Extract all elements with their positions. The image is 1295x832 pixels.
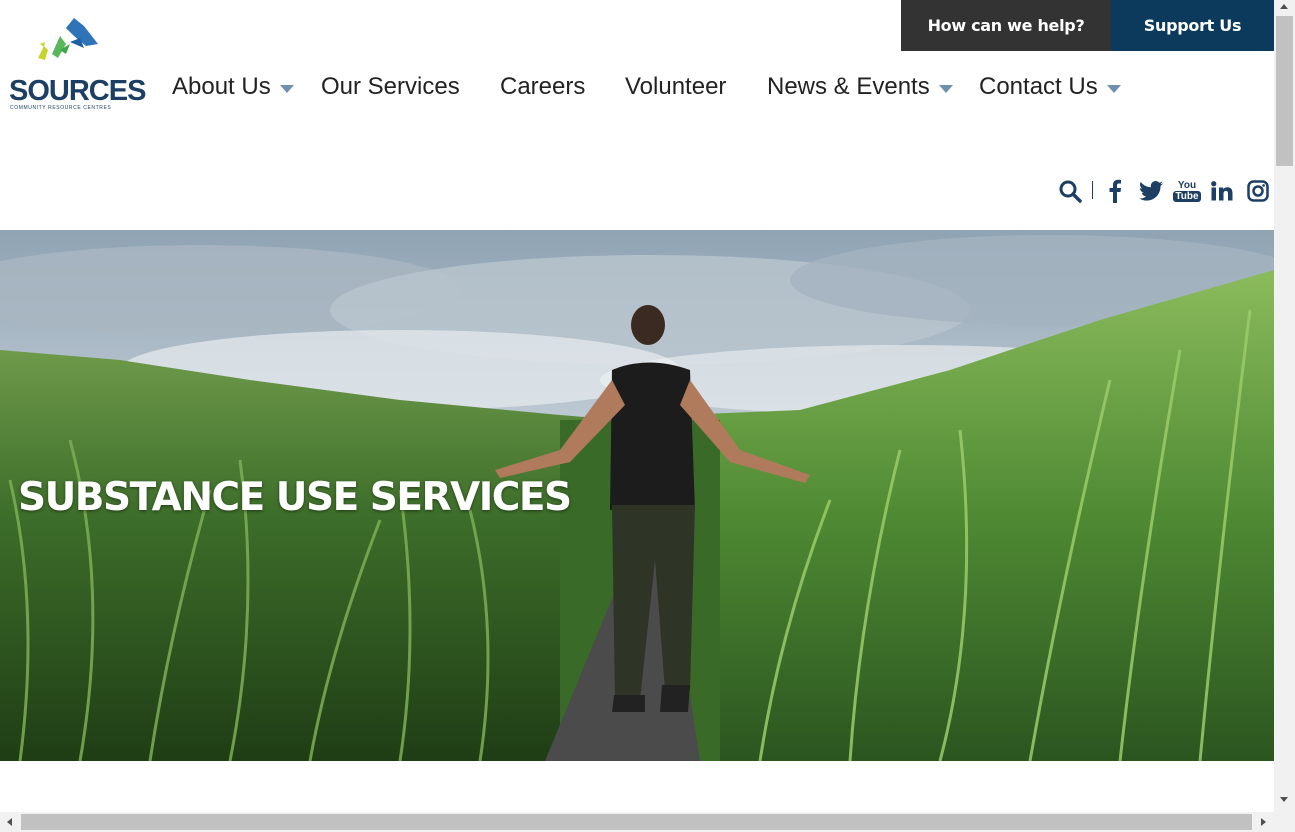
page: How can we help? Support Us SOURCES COMM… <box>0 0 1274 812</box>
nav-our-services-label: Our Services <box>321 73 460 100</box>
scroll-left-arrow-icon[interactable] <box>7 818 12 826</box>
hero-banner: SUBSTANCE USE SERVICES <box>0 230 1274 761</box>
scroll-up-arrow-icon[interactable] <box>1280 4 1288 9</box>
how-can-we-help-button[interactable]: How can we help? <box>901 0 1111 51</box>
nav-volunteer-label: Volunteer <box>625 73 727 100</box>
logo-wordmark: SOURCES <box>9 75 146 107</box>
chevron-down-icon[interactable] <box>938 84 953 93</box>
nav-about-us[interactable]: About Us <box>172 72 294 102</box>
nav-news-events-label: News & Events <box>767 73 930 100</box>
nav-our-services[interactable]: Our Services <box>321 72 460 102</box>
nav-contact-us-label: Contact Us <box>979 73 1098 100</box>
birds-logo-icon <box>38 18 98 60</box>
vertical-scrollbar-thumb[interactable] <box>1276 16 1293 166</box>
nav-news-events[interactable]: News & Events <box>767 72 953 102</box>
youtube-icon[interactable]: You Tube <box>1173 176 1201 206</box>
hero-title: SUBSTANCE USE SERVICES <box>18 475 572 520</box>
logo-tagline: COMMUNITY RESOURCE CENTRES <box>10 105 112 111</box>
social-divider <box>1092 181 1093 199</box>
chevron-down-icon[interactable] <box>1106 84 1121 93</box>
nav-volunteer[interactable]: Volunteer <box>625 72 726 102</box>
youtube-text-top: You <box>1177 180 1197 191</box>
chevron-down-icon[interactable] <box>279 84 294 93</box>
instagram-icon[interactable] <box>1246 176 1270 206</box>
scroll-right-arrow-icon[interactable] <box>1261 818 1266 826</box>
nav-contact-us[interactable]: Contact Us <box>979 72 1121 102</box>
sources-logo[interactable]: SOURCES COMMUNITY RESOURCE CENTRES <box>4 14 146 111</box>
horizontal-scrollbar-thumb[interactable] <box>21 814 1252 830</box>
linkedin-icon[interactable] <box>1210 176 1234 206</box>
scroll-down-arrow-icon[interactable] <box>1280 797 1288 802</box>
search-icon[interactable] <box>1058 176 1082 206</box>
twitter-icon[interactable] <box>1138 176 1164 206</box>
nav-about-us-label: About Us <box>172 73 271 100</box>
support-us-button[interactable]: Support Us <box>1111 0 1274 51</box>
facebook-icon[interactable] <box>1104 176 1126 206</box>
nav-careers[interactable]: Careers <box>500 72 585 102</box>
nav-careers-label: Careers <box>500 73 586 100</box>
youtube-text-bottom: Tube <box>1173 191 1201 202</box>
